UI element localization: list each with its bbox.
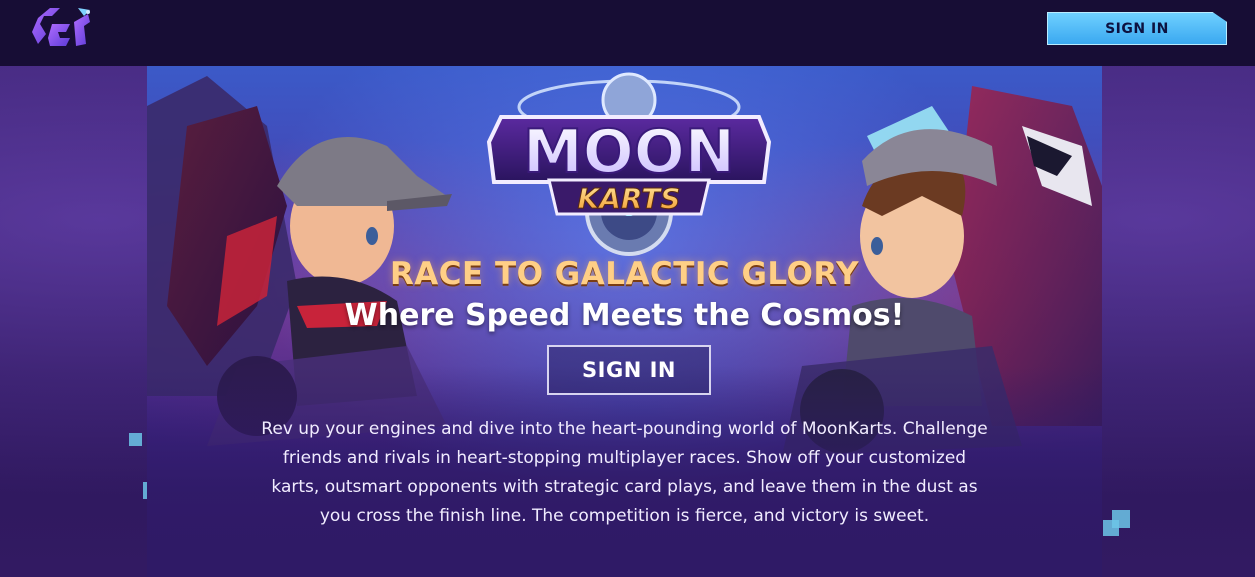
header-sign-in-button[interactable]: SIGN IN	[1047, 12, 1227, 45]
moon-karts-game-logo: MOON KARTS	[486, 72, 772, 256]
game-logo-moon-text: MOON	[523, 117, 735, 187]
decorative-square	[129, 433, 142, 446]
brand-logo-icon[interactable]	[30, 4, 96, 52]
hero-description: Rev up your engines and dive into the he…	[261, 419, 988, 526]
hero-tagline: RACE TO GALACTIC GLORY	[389, 256, 860, 292]
hero-sign-in-button[interactable]: SIGN IN	[547, 345, 711, 395]
hero-banner: MOON KARTS RACE TO GALACTIC GLORY Where …	[147, 66, 1102, 577]
hero-subtitle: Where Speed Meets the Cosmos!	[344, 298, 905, 333]
top-navigation-bar: SIGN IN	[0, 0, 1255, 66]
game-logo-karts-text: KARTS	[578, 182, 681, 215]
decorative-square	[1103, 520, 1119, 536]
